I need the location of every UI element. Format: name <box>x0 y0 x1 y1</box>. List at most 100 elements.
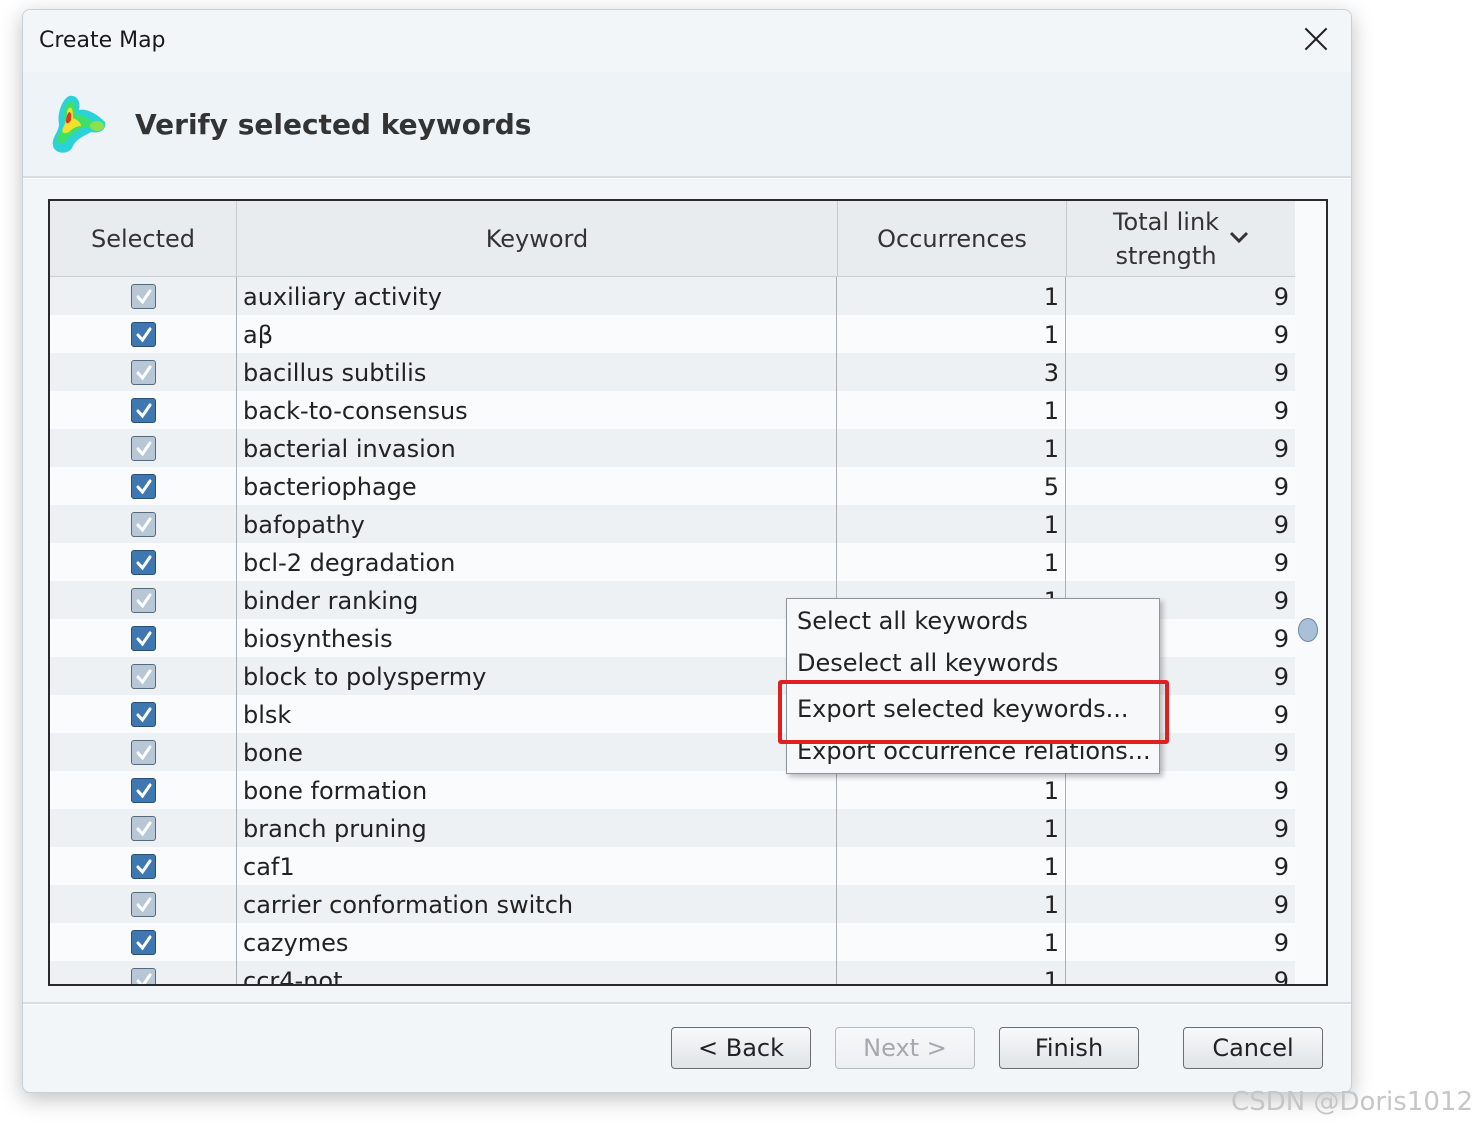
link-strength-cell: 9 <box>1273 777 1289 805</box>
occurrences-cell: 1 <box>838 885 1066 923</box>
selected-cell <box>50 429 237 467</box>
selected-cell <box>50 771 237 809</box>
column-header-selected[interactable]: Selected <box>50 201 237 276</box>
keyword-checkbox[interactable] <box>131 322 156 347</box>
link-strength-cell: 9 <box>1273 891 1289 919</box>
keyword-checkbox[interactable] <box>131 854 156 879</box>
keyword-checkbox[interactable] <box>131 816 156 841</box>
keyword-cell: caf1 <box>237 847 837 885</box>
cancel-button[interactable]: Cancel <box>1183 1027 1323 1069</box>
keywords-table: Selected Keyword Occurrences Total link … <box>48 199 1328 986</box>
keyword-checkbox[interactable] <box>131 398 156 423</box>
table-row[interactable]: bcl-2 degradation 1 9 <box>50 543 1295 582</box>
keyword-cell: bafopathy <box>237 505 837 543</box>
wizard-header: Verify selected keywords <box>23 72 1351 176</box>
selected-cell <box>50 733 237 771</box>
column-header-occurrences[interactable]: Occurrences <box>838 201 1067 276</box>
keyword-checkbox[interactable] <box>131 360 156 385</box>
keyword-checkbox[interactable] <box>131 550 156 575</box>
chevron-down-icon[interactable] <box>1228 229 1250 245</box>
header-divider <box>23 176 1351 179</box>
occurrences-cell: 1 <box>838 543 1066 581</box>
keyword-checkbox[interactable] <box>131 588 156 613</box>
keyword-checkbox[interactable] <box>131 892 156 917</box>
table-row[interactable]: back-to-consensus 1 9 <box>50 391 1295 430</box>
table-row[interactable]: cazymes 1 9 <box>50 923 1295 962</box>
selected-cell <box>50 315 237 353</box>
link-strength-cell: 9 <box>1273 321 1289 349</box>
menu-item-deselect-all[interactable]: Deselect all keywords <box>797 649 1058 677</box>
footer-divider <box>23 1002 1351 1005</box>
keyword-cell: blsk <box>237 695 837 733</box>
table-row[interactable]: bacterial invasion 1 9 <box>50 429 1295 468</box>
vosviewer-logo-icon <box>47 92 107 160</box>
keyword-cell: back-to-consensus <box>237 391 837 429</box>
next-button[interactable]: Next > <box>835 1027 975 1069</box>
selected-cell <box>50 695 237 733</box>
occurrences-cell: 3 <box>838 353 1066 391</box>
occurrences-cell: 1 <box>838 315 1066 353</box>
selected-cell <box>50 961 237 984</box>
table-row[interactable]: bacteriophage 5 9 <box>50 467 1295 506</box>
table-row[interactable]: branch pruning 1 9 <box>50 809 1295 848</box>
selected-cell <box>50 923 237 961</box>
keyword-checkbox[interactable] <box>131 626 156 651</box>
keyword-cell: branch pruning <box>237 809 837 847</box>
keyword-cell: bcl-2 degradation <box>237 543 837 581</box>
keyword-cell: block to polyspermy <box>237 657 837 695</box>
keyword-cell: carrier conformation switch <box>237 885 837 923</box>
occurrences-cell: 1 <box>838 847 1066 885</box>
link-strength-cell: 9 <box>1273 435 1289 463</box>
title-bar: Create Map <box>23 10 1351 72</box>
keyword-checkbox[interactable] <box>131 436 156 461</box>
table-row[interactable]: carrier conformation switch 1 9 <box>50 885 1295 924</box>
table-row[interactable]: bone formation 1 9 <box>50 771 1295 810</box>
column-header-label: Total link strength <box>1112 207 1220 270</box>
selected-cell <box>50 847 237 885</box>
link-strength-cell: 9 <box>1273 967 1289 986</box>
keyword-checkbox[interactable] <box>131 740 156 765</box>
table-row[interactable]: aβ 1 9 <box>50 315 1295 354</box>
keyword-cell: biosynthesis <box>237 619 837 657</box>
link-strength-cell: 9 <box>1273 549 1289 577</box>
close-icon[interactable] <box>1299 22 1333 56</box>
keyword-checkbox[interactable] <box>131 930 156 955</box>
keyword-cell: bacteriophage <box>237 467 837 505</box>
link-strength-cell: 9 <box>1273 283 1289 311</box>
finish-button[interactable]: Finish <box>999 1027 1139 1069</box>
keyword-cell: ccr4-not <box>237 961 837 984</box>
keyword-cell: aβ <box>237 315 837 353</box>
keyword-checkbox[interactable] <box>131 474 156 499</box>
back-button[interactable]: < Back <box>671 1027 811 1069</box>
table-row[interactable]: bafopathy 1 9 <box>50 505 1295 544</box>
selected-cell <box>50 467 237 505</box>
keyword-checkbox[interactable] <box>131 778 156 803</box>
menu-item-select-all[interactable]: Select all keywords <box>797 607 1028 635</box>
table-row[interactable]: bacillus subtilis 3 9 <box>50 353 1295 392</box>
keyword-cell: bacterial invasion <box>237 429 837 467</box>
column-header-total-link-strength[interactable]: Total link strength <box>1067 201 1295 276</box>
occurrences-cell: 1 <box>838 391 1066 429</box>
selected-cell <box>50 809 237 847</box>
scrollbar-thumb[interactable] <box>1298 618 1318 642</box>
keyword-cell: bacillus subtilis <box>237 353 837 391</box>
selected-cell <box>50 885 237 923</box>
selected-cell <box>50 581 237 619</box>
table-row[interactable]: caf1 1 9 <box>50 847 1295 886</box>
table-row[interactable]: ccr4-not 1 9 <box>50 961 1295 986</box>
occurrences-cell: 1 <box>838 961 1066 984</box>
keyword-checkbox[interactable] <box>131 512 156 537</box>
occurrences-cell: 1 <box>838 809 1066 847</box>
keyword-checkbox[interactable] <box>131 968 156 984</box>
occurrences-cell: 1 <box>838 923 1066 961</box>
occurrences-cell: 5 <box>838 467 1066 505</box>
selected-cell <box>50 391 237 429</box>
table-row[interactable]: auxiliary activity 1 9 <box>50 277 1295 316</box>
column-header-keyword[interactable]: Keyword <box>237 201 838 276</box>
link-strength-cell: 9 <box>1273 815 1289 843</box>
occurrences-cell: 1 <box>838 277 1066 315</box>
keyword-checkbox[interactable] <box>131 284 156 309</box>
keyword-checkbox[interactable] <box>131 664 156 689</box>
keyword-checkbox[interactable] <box>131 702 156 727</box>
table-header: Selected Keyword Occurrences Total link … <box>50 201 1295 277</box>
